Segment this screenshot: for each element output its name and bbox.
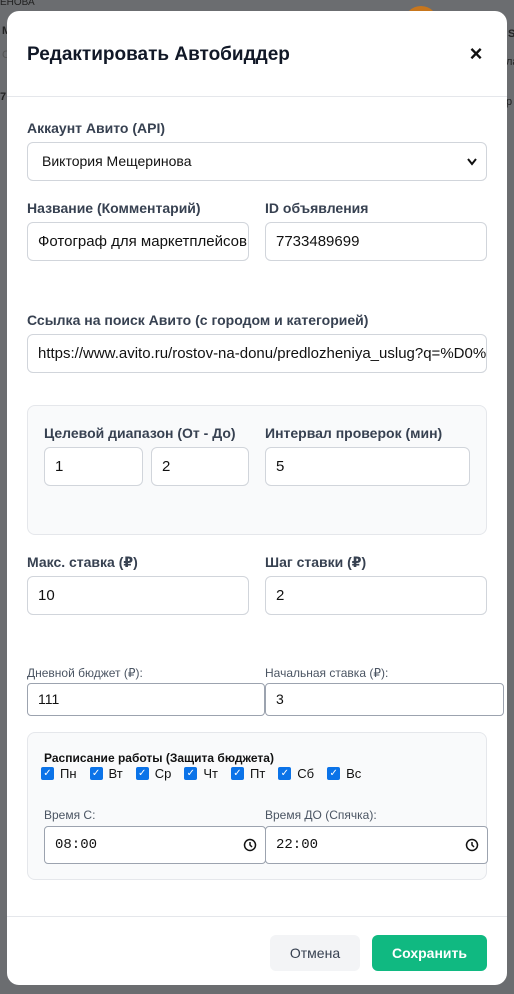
- checkbox-checked-icon[interactable]: ✓: [230, 767, 244, 780]
- max-bid-input[interactable]: 10: [27, 576, 249, 615]
- day-label: Сб: [297, 766, 315, 781]
- day-wed[interactable]: ✓ Ср: [135, 766, 172, 781]
- ad-id-input[interactable]: 7733489699: [265, 222, 487, 261]
- day-thu[interactable]: ✓ Чт: [184, 766, 218, 781]
- time-from-input[interactable]: 08:00: [44, 826, 266, 864]
- time-to-value: 22:00: [276, 837, 319, 853]
- start-bid-input[interactable]: 3: [265, 683, 504, 716]
- time-from-label: Время С:: [44, 808, 96, 822]
- cancel-button[interactable]: Отмена: [270, 935, 360, 971]
- schedule-title: Расписание работы (Защита бюджета): [44, 751, 274, 765]
- range-to-input[interactable]: 2: [151, 447, 249, 486]
- range-label: Целевой диапазон (От - До): [44, 425, 236, 441]
- clock-icon[interactable]: [465, 838, 479, 852]
- chevron-down-icon: [466, 143, 478, 180]
- day-sun[interactable]: ✓ Вс: [327, 766, 361, 781]
- checkbox-checked-icon[interactable]: ✓: [184, 767, 198, 780]
- daily-budget-input[interactable]: 111: [27, 683, 265, 716]
- close-button[interactable]: ×: [463, 41, 489, 67]
- time-to-label: Время ДО (Спячка):: [265, 808, 377, 822]
- day-label: Вс: [346, 766, 362, 781]
- checkbox-checked-icon[interactable]: ✓: [135, 767, 149, 780]
- bid-step-input[interactable]: 2: [265, 576, 487, 615]
- clock-icon[interactable]: [243, 838, 257, 852]
- account-select-value: Виктория Мещеринова: [42, 153, 192, 169]
- time-to-input[interactable]: 22:00: [265, 826, 488, 864]
- account-label: Аккаунт Авито (API): [27, 120, 165, 136]
- checkbox-checked-icon[interactable]: ✓: [89, 767, 103, 780]
- day-label: Чт: [203, 766, 218, 781]
- ad-id-label: ID объявления: [265, 200, 369, 216]
- name-label: Название (Комментарий): [27, 200, 201, 216]
- day-fri[interactable]: ✓ Пт: [230, 766, 266, 781]
- bid-step-label: Шаг ставки (₽): [265, 554, 367, 570]
- modal-title: Редактировать Автобиддер: [27, 44, 290, 65]
- day-label: Вт: [108, 766, 123, 781]
- checkbox-checked-icon[interactable]: ✓: [278, 767, 292, 780]
- save-button[interactable]: Сохранить: [372, 935, 487, 971]
- url-input[interactable]: https://www.avito.ru/rostov-na-donu/pred…: [27, 334, 487, 373]
- background-text: ЕНОВА: [0, 0, 35, 8]
- day-mon[interactable]: ✓ Пн: [41, 766, 77, 781]
- time-from-value: 08:00: [55, 837, 98, 853]
- interval-input[interactable]: 5: [265, 447, 470, 486]
- day-tue[interactable]: ✓ Вт: [89, 766, 123, 781]
- interval-label: Интервал проверок (мин): [265, 425, 443, 441]
- name-input[interactable]: Фотограф для маркетплейсов: [27, 222, 249, 261]
- start-bid-label: Начальная ставка (₽):: [265, 666, 389, 680]
- url-label: Ссылка на поиск Авито (с городом и катег…: [27, 312, 369, 328]
- background-text: S: [508, 28, 514, 40]
- checkbox-checked-icon[interactable]: ✓: [41, 767, 54, 780]
- schedule-days: ✓ Пн ✓ Вт ✓ Ср ✓ Чт ✓ Пт ✓ Сб ✓ Вс: [41, 766, 374, 781]
- background-text: ла: [506, 56, 514, 68]
- range-from-input[interactable]: 1: [44, 447, 143, 486]
- daily-budget-label: Дневной бюджет (₽):: [27, 666, 143, 680]
- max-bid-label: Макс. ставка (₽): [27, 554, 138, 570]
- day-sat[interactable]: ✓ Сб: [278, 766, 314, 781]
- account-select[interactable]: Виктория Мещеринова: [27, 142, 487, 181]
- background-text: 7: [0, 91, 7, 103]
- checkbox-checked-icon[interactable]: ✓: [327, 767, 341, 780]
- day-label: Пн: [60, 766, 77, 781]
- modal-footer: Отмена Сохранить: [7, 916, 507, 985]
- day-label: Пт: [249, 766, 266, 781]
- modal-header: Редактировать Автобиддер ×: [7, 11, 507, 97]
- close-icon: ×: [469, 41, 483, 66]
- day-label: Ср: [154, 766, 172, 781]
